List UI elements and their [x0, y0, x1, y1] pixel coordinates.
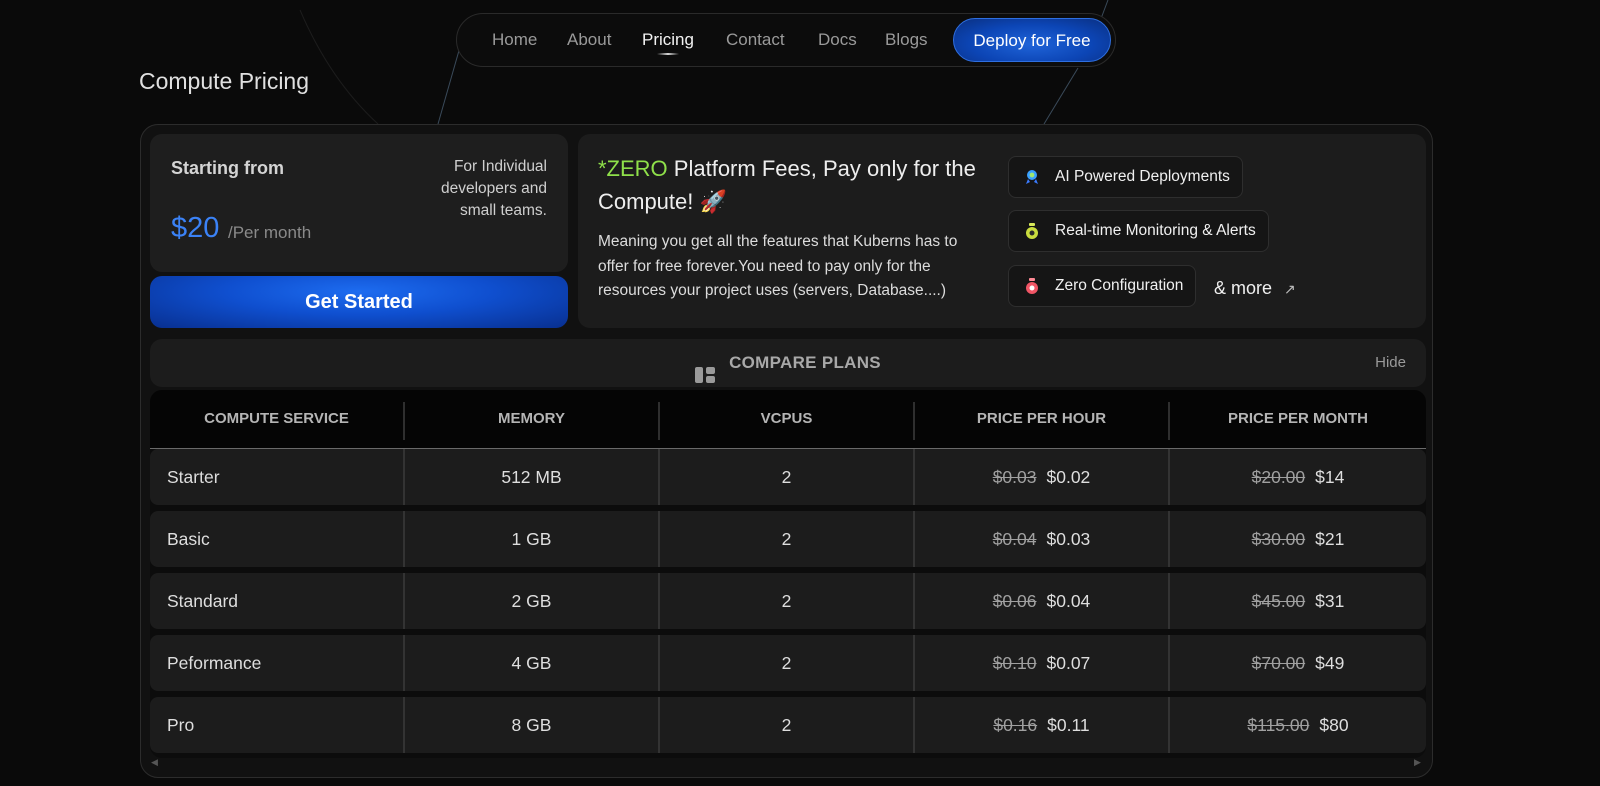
header-price-per-month: PRICE PER MONTH	[1227, 410, 1368, 427]
table-row: Peformance 4 GB 2 $0.10 $0.07 $70.00 $49	[150, 635, 1426, 691]
cell-service: Peformance	[167, 653, 262, 673]
new-price-month: $49	[1315, 653, 1345, 673]
cell-price-hour: $0.10 $0.07	[915, 635, 1168, 691]
old-price-month: $70.00	[1251, 653, 1306, 673]
cell-price-hour: $0.16 $0.11	[915, 697, 1168, 753]
old-price-month: $30.00	[1251, 529, 1306, 549]
zero-accent: *ZERO	[598, 156, 668, 181]
cell-vcpus: 2	[781, 715, 792, 735]
old-price-hour: $0.03	[992, 467, 1037, 487]
zero-fees-description: Meaning you get all the features that Ku…	[598, 233, 958, 299]
cell-memory: 2 GB	[511, 591, 552, 611]
and-more-link[interactable]: & more ↗	[1214, 278, 1296, 299]
nav-link-docs[interactable]: Docs	[818, 14, 857, 66]
nav-link-pricing-label: Pricing	[642, 30, 694, 49]
cell-price-month: $30.00 $21	[1170, 511, 1426, 567]
new-price-month: $14	[1315, 467, 1345, 487]
page-title: Compute Pricing	[139, 68, 310, 94]
get-started-button[interactable]: Get Started	[150, 276, 568, 328]
plans-table: COMPUTE SERVICE MEMORY VCPUS PRICE PER H…	[150, 390, 1426, 758]
feature-zero-config: Zero Configuration	[1008, 265, 1197, 307]
and-more-label: & more	[1214, 278, 1273, 298]
config-icon	[1023, 277, 1041, 295]
table-header: COMPUTE SERVICE MEMORY VCPUS PRICE PER H…	[150, 390, 1426, 449]
table-row: Standard 2 GB 2 $0.06 $0.04 $45.00 $31	[150, 573, 1426, 629]
cell-price-month: $45.00 $31	[1170, 573, 1426, 629]
new-price-month: $80	[1319, 715, 1349, 735]
header-price-per-hour: PRICE PER HOUR	[976, 410, 1107, 427]
active-underline	[657, 53, 679, 55]
cell-vcpus: 2	[781, 529, 792, 549]
cell-service: Starter	[167, 467, 220, 487]
scroll-right-icon[interactable]: ▶	[1414, 757, 1421, 768]
old-price-hour: $0.16	[993, 715, 1038, 735]
cell-price-hour: $0.06 $0.04	[915, 573, 1168, 629]
old-price-hour: $0.04	[992, 529, 1037, 549]
cell-vcpus: 2	[781, 467, 792, 487]
new-price-hour: $0.02	[1046, 467, 1091, 487]
cell-vcpus: 2	[781, 653, 792, 673]
new-price-month: $31	[1315, 591, 1345, 611]
compare-plans-bar[interactable]: COMPARE PLANS Hide	[150, 339, 1426, 387]
old-price-month: $115.00	[1247, 715, 1310, 735]
columns-icon	[695, 354, 716, 383]
cell-memory: 512 MB	[501, 467, 562, 487]
top-nav: Home About Pricing Contact Docs Blogs De…	[456, 13, 1116, 67]
cell-price-month: $115.00 $80	[1170, 697, 1426, 753]
cell-memory: 1 GB	[511, 529, 552, 549]
starting-price-box: Starting from For Individual developers …	[150, 134, 568, 272]
old-price-hour: $0.06	[992, 591, 1037, 611]
compare-plans-heading: COMPARE PLANS	[150, 339, 1426, 387]
cell-service: Basic	[167, 529, 210, 549]
cell-price-hour: $0.04 $0.03	[915, 511, 1168, 567]
nav-link-home[interactable]: Home	[492, 14, 537, 66]
new-price-hour: $0.03	[1046, 529, 1091, 549]
cell-memory: 4 GB	[511, 653, 552, 673]
cell-service: Standard	[167, 591, 239, 611]
old-price-hour: $0.10	[992, 653, 1037, 673]
zero-fees-box: *ZERO Platform Fees, Pay only for the Co…	[578, 134, 1426, 328]
table-row: Basic 1 GB 2 $0.04 $0.03 $30.00 $21	[150, 511, 1426, 567]
table-row: Pro 8 GB 2 $0.16 $0.11 $115.00 $80	[150, 697, 1426, 753]
cell-service: Pro	[167, 715, 195, 735]
hide-button[interactable]: Hide	[1375, 339, 1406, 387]
scroll-left-icon[interactable]: ◀	[151, 757, 158, 768]
cell-memory: 8 GB	[511, 715, 552, 735]
old-price-month: $45.00	[1251, 591, 1306, 611]
nav-link-blogs[interactable]: Blogs	[885, 14, 928, 66]
plan-audience-text: For Individual developers and small team…	[441, 158, 547, 219]
header-memory: MEMORY	[498, 410, 565, 427]
zero-fees-heading: *ZERO Platform Fees, Pay only for the Co…	[598, 152, 988, 218]
starting-price: $20	[171, 212, 220, 244]
cell-vcpus: 2	[781, 591, 792, 611]
feature-ai-deployments: AI Powered Deployments	[1008, 156, 1243, 198]
deploy-for-free-button[interactable]: Deploy for Free	[953, 18, 1111, 62]
price-period: /Per month	[228, 223, 312, 242]
nav-link-pricing[interactable]: Pricing	[642, 14, 694, 66]
ai-badge-icon	[1023, 168, 1041, 186]
nav-link-about[interactable]: About	[567, 14, 611, 66]
feature-label: Zero Configuration	[1055, 277, 1184, 294]
new-price-hour: $0.11	[1047, 715, 1090, 735]
cell-price-month: $70.00 $49	[1170, 635, 1426, 691]
new-price-hour: $0.07	[1046, 653, 1091, 673]
starting-from-label: Starting from	[171, 158, 285, 178]
header-compute-service: COMPUTE SERVICE	[204, 410, 349, 427]
new-price-month: $21	[1315, 529, 1345, 549]
feature-label: AI Powered Deployments	[1055, 168, 1230, 185]
old-price-month: $20.00	[1251, 467, 1306, 487]
cell-price-month: $20.00 $14	[1170, 449, 1426, 505]
new-price-hour: $0.04	[1046, 591, 1091, 611]
nav-link-contact[interactable]: Contact	[726, 14, 785, 66]
compare-plans-label: COMPARE PLANS	[729, 353, 881, 372]
monitor-icon	[1023, 222, 1041, 240]
header-vcpus: VCPUS	[760, 410, 813, 427]
feature-monitoring: Real-time Monitoring & Alerts	[1008, 210, 1269, 252]
feature-label: Real-time Monitoring & Alerts	[1055, 222, 1256, 239]
table-row: Starter 512 MB 2 $0.03 $0.02 $20.00 $14	[150, 449, 1426, 505]
arrow-up-right-icon: ↗	[1284, 281, 1296, 297]
cell-price-hour: $0.03 $0.02	[915, 449, 1168, 505]
